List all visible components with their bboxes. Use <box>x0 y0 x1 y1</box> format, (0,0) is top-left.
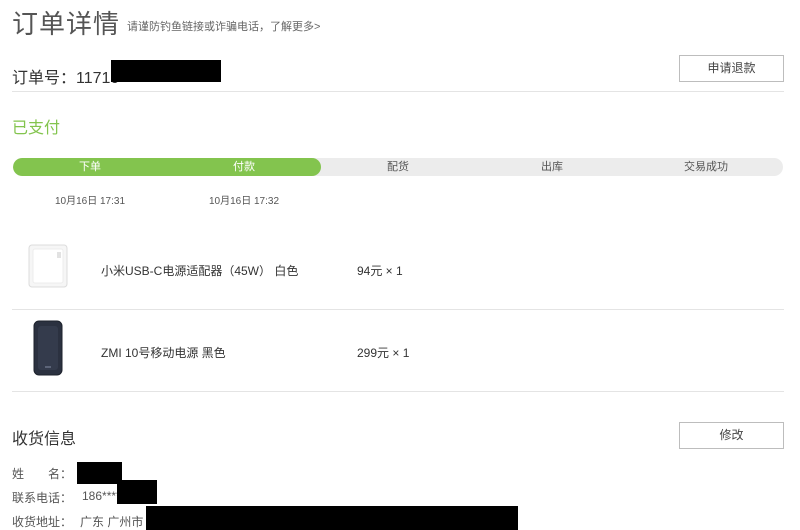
anti-phishing-notice-link[interactable]: 请谨防钓鱼链接或诈骗电话，了解更多> <box>127 18 320 34</box>
divider <box>12 391 784 392</box>
step-picking: 配货 <box>387 161 409 173</box>
order-number-prefix: 订单号： <box>12 70 77 87</box>
step-place-order: 下单 <box>79 161 101 173</box>
order-progress-bar: 下单 付款 配货 出库 交易成功 <box>13 158 783 176</box>
redacted-recipient-name <box>77 462 122 484</box>
order-number-label: 订单号：11710 <box>12 64 119 88</box>
page-title: 订单详情 <box>12 9 121 39</box>
address-label: 收货地址： <box>12 515 73 529</box>
redacted-order-number <box>111 60 221 82</box>
step-payment-time: 10月16日 17:32 <box>208 196 280 207</box>
redacted-phone-number <box>117 480 157 504</box>
step-completed: 交易成功 <box>684 161 728 173</box>
product-price-qty: 94元 × 1 <box>357 264 403 278</box>
address-value: 广东 广州市 <box>80 515 144 529</box>
phone-label: 联系电话： <box>12 491 73 505</box>
request-refund-button[interactable]: 申请退款 <box>679 55 784 82</box>
edit-address-button[interactable]: 修改 <box>679 422 784 449</box>
phone-value: 186**** <box>82 489 121 503</box>
payment-status: 已支付 <box>12 120 61 137</box>
shipping-info-title: 收货信息 <box>12 431 77 448</box>
power-bank-icon <box>33 320 63 376</box>
step-outbound: 出库 <box>541 161 563 173</box>
divider <box>12 309 784 310</box>
product-name[interactable]: ZMI 10号移动电源 黑色 <box>101 344 226 361</box>
step-place-order-time: 10月16日 17:31 <box>54 196 126 207</box>
redacted-address <box>146 506 518 530</box>
recipient-name-label: 姓 名： <box>12 467 73 481</box>
step-payment: 付款 <box>233 161 255 173</box>
divider <box>12 91 784 92</box>
product-price-qty: 299元 × 1 <box>357 346 410 360</box>
product-name[interactable]: 小米USB-C电源适配器（45W） 白色 <box>101 262 298 279</box>
product-thumbnail[interactable] <box>33 320 63 381</box>
power-adapter-icon <box>28 244 68 288</box>
product-thumbnail[interactable] <box>28 244 68 293</box>
